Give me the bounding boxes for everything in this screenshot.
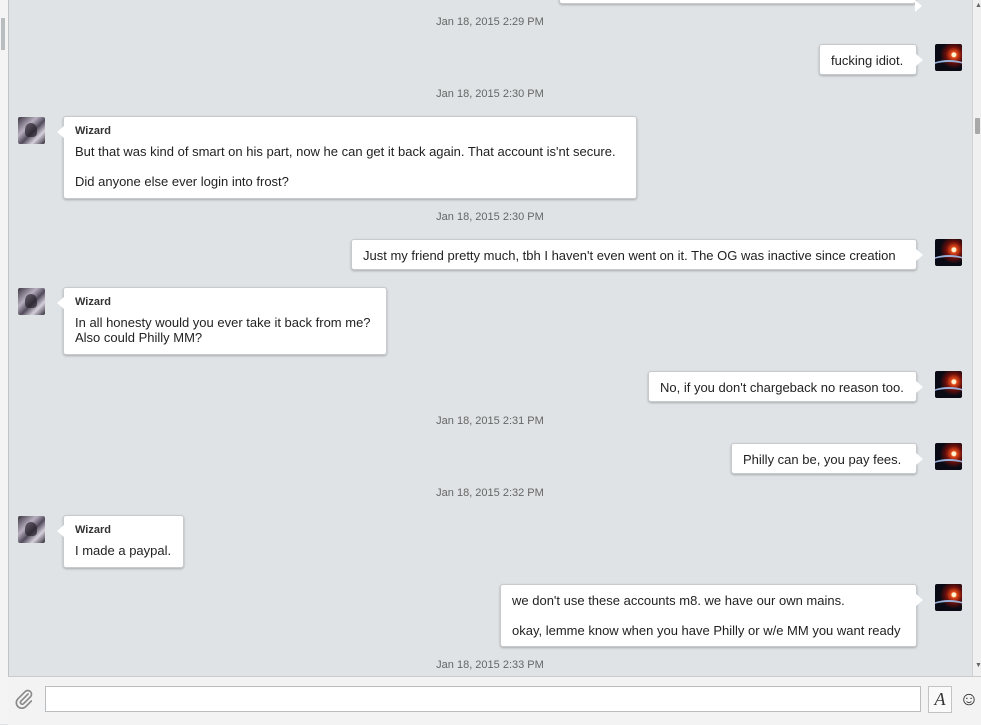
message-input[interactable] [45, 686, 921, 712]
message-text: I made a paypal. [75, 543, 172, 558]
smiley-icon[interactable]: ☺ [958, 686, 980, 713]
chat-history: Jan 18, 2015 2:29 PM fucking idiot. Jan … [8, 0, 972, 676]
sender-name: Wizard [75, 296, 111, 308]
my-avatar[interactable] [935, 584, 962, 611]
wizard-avatar[interactable] [18, 117, 45, 144]
text-format-button[interactable]: A [928, 686, 952, 713]
sender-name: Wizard [75, 524, 111, 536]
message-text: okay, lemme know when you have Philly or… [512, 623, 901, 638]
left-scroll-thumb[interactable] [1, 18, 5, 50]
message-composer: A ☺ [8, 676, 981, 725]
my-avatar[interactable] [935, 443, 962, 470]
my-avatar[interactable] [935, 371, 962, 398]
timestamp: Jan 18, 2015 2:30 PM [436, 211, 544, 223]
message-bubble-partial [559, 0, 922, 12]
chat-scrollbar[interactable]: ▲ ▼ [972, 0, 981, 676]
message-text: fucking idiot. [831, 53, 904, 68]
my-avatar[interactable] [935, 239, 962, 266]
message-bubble-sent: Just my friend pretty much, tbh I haven'… [351, 239, 923, 270]
scroll-down-arrow-icon[interactable]: ▼ [975, 662, 981, 669]
message-bubble-sent: fucking idiot. [819, 44, 923, 75]
message-bubble-received: Wizard In all honesty would you ever tak… [57, 287, 387, 355]
timestamp: Jan 18, 2015 2:32 PM [436, 487, 544, 499]
message-text: But that was kind of smart on his part, … [75, 144, 616, 159]
message-bubble-sent: No, if you don't chargeback no reason to… [648, 371, 923, 402]
timestamp: Jan 18, 2015 2:33 PM [436, 659, 544, 671]
paperclip-icon-graphic [15, 689, 33, 710]
message-text: Did anyone else ever login into frost? [75, 174, 289, 189]
message-bubble-received: Wizard But that was kind of smart on his… [57, 116, 637, 199]
chat-scroll-thumb[interactable] [975, 118, 980, 134]
paperclip-icon[interactable] [12, 688, 36, 714]
message-bubble-received: Wizard I made a paypal. [57, 515, 184, 568]
my-avatar[interactable] [935, 44, 962, 71]
timestamp: Jan 18, 2015 2:30 PM [436, 88, 544, 100]
wizard-avatar[interactable] [18, 516, 45, 543]
timestamp: Jan 18, 2015 2:31 PM [436, 415, 544, 427]
message-text: Just my friend pretty much, tbh I haven'… [363, 248, 896, 263]
scroll-up-arrow-icon[interactable]: ▲ [975, 2, 981, 9]
message-text: Philly can be, you pay fees. [743, 452, 902, 467]
wizard-avatar[interactable] [18, 288, 45, 315]
timestamp: Jan 18, 2015 2:29 PM [436, 16, 544, 28]
message-text: No, if you don't chargeback no reason to… [660, 380, 904, 395]
message-bubble-sent: Philly can be, you pay fees. [731, 443, 923, 474]
message-text: we don't use these accounts m8. we have … [512, 593, 845, 608]
sender-name: Wizard [75, 125, 111, 137]
message-text: In all honesty would you ever take it ba… [75, 315, 371, 345]
message-bubble-sent: we don't use these accounts m8. we have … [500, 584, 923, 647]
